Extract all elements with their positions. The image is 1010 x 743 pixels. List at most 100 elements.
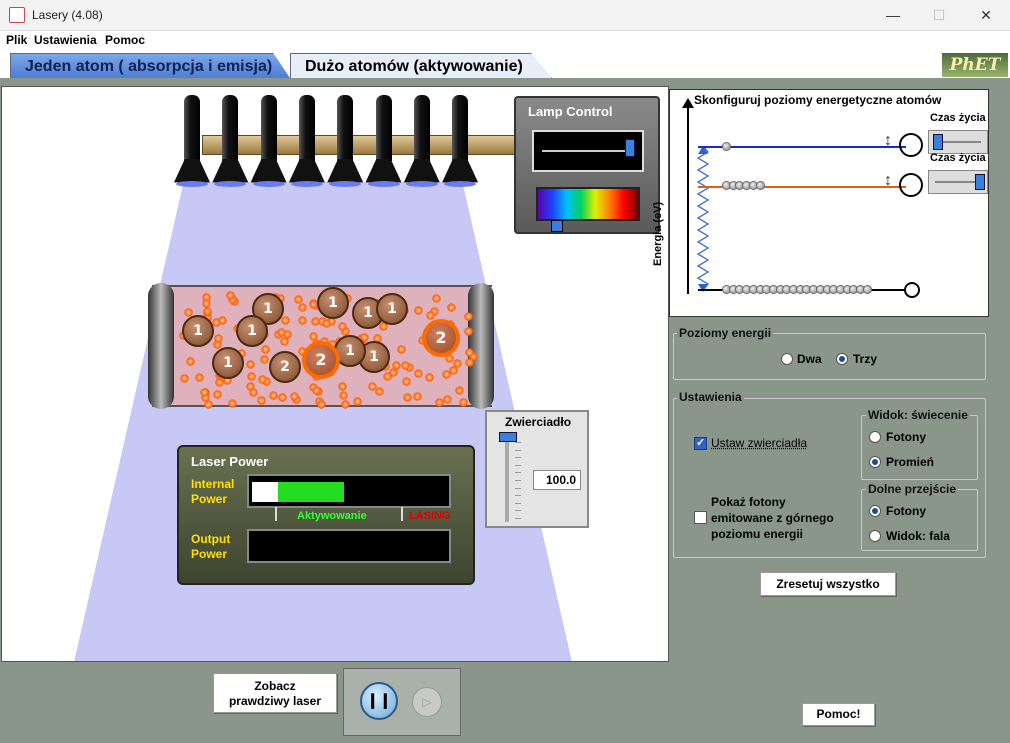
lamp-glow [252,181,285,187]
reset-all-button[interactable]: Zresetuj wszystko [760,572,896,596]
lamp [327,95,364,187]
radio-lower-wave[interactable] [869,530,881,542]
lamp-control-title: Lamp Control [528,104,613,119]
radio-glow-photons-label[interactable]: Fotony [886,430,926,444]
level-2-lifetime-knob[interactable] [974,174,985,190]
mirror-reflectivity-panel: Zwierciadło 100.0 [485,410,589,528]
photon [290,392,300,402]
mirror-tick [515,457,521,459]
radio-glow-beam-label[interactable]: Promień [886,455,934,469]
lamp-glow [329,181,362,187]
radio-lower-photons[interactable] [869,505,881,517]
energy-level-diagram: Skonfiguruj poziomy energetyczne atomów … [652,89,989,317]
photon [463,311,473,321]
photon [414,368,424,378]
photon [217,315,227,325]
radio-glow-photons[interactable] [869,431,881,443]
upper-photons-checkbox-label[interactable]: Pokaż fotony emitowane z górnego poziomu… [711,494,834,542]
maximize-button[interactable]: ☐ [916,0,962,31]
title-bar: Lasery (4.08) — ☐ ✕ [0,0,1010,31]
help-button[interactable]: Pomoc! [802,703,875,726]
phet-logo[interactable]: PhET [942,53,1008,77]
right-mirror [468,283,494,409]
mirror-tick [515,464,521,466]
level-3-lifetime-slider[interactable] [928,130,988,154]
menu-help[interactable]: Pomoc [105,33,145,47]
lasing-label: LASING [409,510,451,522]
photon [308,332,318,342]
radio-two-levels-label[interactable]: Dwa [797,352,822,366]
lamp-intensity-slider[interactable] [532,130,644,172]
lamp [403,95,440,187]
close-button[interactable]: ✕ [963,0,1009,31]
internal-power-meter [247,474,451,508]
photon [414,306,424,316]
pause-button[interactable]: ❙❙ [360,682,398,720]
menu-settings[interactable]: Ustawienia [34,33,97,47]
step-button[interactable]: ▷ [412,687,442,717]
mirror-tick [515,518,521,519]
level-2-lifetime-slider[interactable] [928,170,988,194]
see-real-laser-button[interactable]: Zobacz prawdziwy laser [213,673,337,713]
radio-glow-beam[interactable] [869,456,881,468]
mirror-reflectivity-value[interactable]: 100.0 [533,470,581,490]
level-3-drag-icon[interactable]: ↕ [884,132,892,150]
level-2-drag-icon[interactable]: ↕ [884,172,892,190]
minimize-button[interactable]: — [870,0,916,31]
mirror-tick [515,449,521,451]
mirror-reflectivity-knob[interactable] [499,432,517,442]
wavelength-marker[interactable] [551,220,563,232]
photon [447,302,457,312]
photon [203,306,213,316]
upper-photons-checkbox[interactable] [694,511,707,524]
view-glow-group-title: Widok: świecenie [866,408,970,422]
atom: 1 [182,315,214,347]
app-icon [9,7,25,23]
output-power-label: Output Power [191,532,231,561]
level-3-lifetime-knob[interactable] [933,134,944,150]
photon [260,344,270,354]
mirror-tick [515,487,521,489]
pump-wave-icon [696,146,710,292]
mirror-panel-title: Zwierciadło [505,415,572,429]
atom: 1 [212,347,244,379]
lamp-glow [367,181,400,187]
radio-three-levels-label[interactable]: Trzy [853,352,877,366]
mirror-reflectivity-track[interactable] [505,438,509,522]
view-glow-group [861,415,978,480]
laser-power-title: Laser Power [191,454,269,469]
level-2-lifetime-label: Czas życia [930,152,986,164]
atom: 1 [376,293,408,325]
atom: 1 [236,315,268,347]
level-atom-dot [862,285,872,294]
atom: 2 [269,351,301,383]
lamp-intensity-knob[interactable] [625,139,636,157]
menu-file[interactable]: Plik [6,33,27,47]
photon [280,316,290,326]
radio-lower-wave-label[interactable]: Widok: fala [886,529,950,543]
atom: 2 [422,319,460,357]
photon [245,360,255,370]
mirrors-checkbox-label[interactable]: Ustaw zwierciadła [711,436,807,450]
photon [213,389,223,399]
tab-single-atom[interactable]: Jeden atom ( absorpcja i emisja) [10,53,290,78]
photon [463,326,473,336]
radio-three-levels[interactable] [836,353,848,365]
level-3-lifetime-label: Czas życia [930,112,986,124]
mirror-tick [515,510,521,512]
photon [317,399,327,409]
radio-two-levels[interactable] [781,353,793,365]
pumping-threshold-tick [275,507,277,521]
photon [280,336,290,346]
lasing-threshold-tick [401,507,403,521]
energy-diagram-title: Skonfiguruj poziomy energetyczne atomów [694,93,942,107]
photon [353,397,363,407]
wavelength-spectrum[interactable] [536,187,640,221]
radio-lower-photons-label[interactable]: Fotony [886,504,926,518]
photon [424,372,434,382]
photon [185,357,195,367]
tab-multiple-atoms[interactable]: Dużo atomów (aktywowanie) [290,53,552,78]
photon [278,393,288,403]
mirrors-checkbox[interactable] [694,436,707,450]
window-title: Lasery (4.08) [32,8,103,22]
